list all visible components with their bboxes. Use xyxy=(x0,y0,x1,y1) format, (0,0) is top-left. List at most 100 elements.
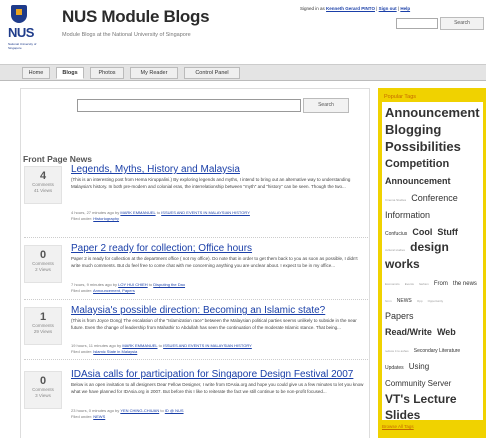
tag-cloud-item[interactable]: Slides xyxy=(385,408,420,420)
user-name-link[interactable]: Kenneth Gerard PINTO xyxy=(326,6,375,11)
logo-text: NUS xyxy=(8,25,34,40)
blog-link[interactable]: ISSUES AND EVENTS IN MALAYSIAN HISTORY xyxy=(161,210,250,215)
tag-cloud-item[interactable]: Read/Write xyxy=(385,327,432,337)
post-to: to xyxy=(160,408,164,413)
tag-cloud-item[interactable]: Competition xyxy=(385,158,449,171)
post-title-link[interactable]: Paper 2 ready for collection; Office hou… xyxy=(71,243,252,254)
tag-cloud-item[interactable]: Events xyxy=(405,282,414,286)
tag-cloud-item[interactable]: Announcement xyxy=(385,176,451,186)
author-link[interactable]: MARK EMMANUEL xyxy=(120,210,155,215)
tag-link[interactable]: Announcement, Papers xyxy=(93,288,135,293)
tab-blogs[interactable]: Blogs xyxy=(56,67,84,79)
blog-link[interactable]: ISSUES AND EVENTS IN MALAYSIAN HISTORY xyxy=(163,343,252,348)
tag-cloud-item[interactable]: From xyxy=(434,281,448,287)
tag-cloud-item[interactable]: NEWS xyxy=(397,298,412,304)
header-search-input[interactable] xyxy=(396,18,438,29)
filed-label: Filed under: xyxy=(71,349,93,354)
tag-cloud-item[interactable]: works xyxy=(385,257,420,271)
post-item: 1 Comments 29 Views Malaysia's possible … xyxy=(24,305,368,371)
tag-cloud-item[interactable]: cultural studies xyxy=(385,248,405,252)
tag-cloud-item[interactable]: Stuff xyxy=(437,227,458,237)
signed-in-label: Signed in as xyxy=(300,6,325,11)
post-filed: Filed under: Islamic State in Malaysia xyxy=(71,349,137,354)
filed-label: Filed under: xyxy=(71,414,93,419)
tag-cloud-item[interactable]: Economics xyxy=(385,282,400,286)
header-search-button[interactable]: Search xyxy=(440,17,484,30)
tag-link[interactable]: Islamic State in Malaysia xyxy=(93,349,137,354)
comment-count-box: 1 Comments 29 Views xyxy=(24,307,62,345)
views-count: 29 Views xyxy=(33,329,53,334)
post-excerpt: Paper 2 is ready for collection at the d… xyxy=(71,256,358,268)
post-filed: Filed under: NEWS xyxy=(71,414,105,419)
post-title-link[interactable]: Malaysia's possible direction: Becoming … xyxy=(71,305,325,316)
tag-cloud-item[interactable]: design xyxy=(410,240,449,254)
filed-label: Filed under: xyxy=(71,288,93,293)
site-subtitle: Module Blogs at the National University … xyxy=(62,32,191,38)
tag-cloud-item[interactable]: Blogging xyxy=(385,122,441,137)
blog-link[interactable]: Disputing the Dao xyxy=(153,282,185,287)
tag-cloud-item[interactable]: Using xyxy=(409,362,429,371)
logo-subtext: National University of Singapore xyxy=(8,42,37,50)
post-filed: Filed under: Historiography xyxy=(71,216,119,221)
views-count: 41 Views xyxy=(33,188,53,193)
author-link[interactable]: MARK EMMANUEL xyxy=(122,343,157,348)
user-bar: Signed in as Kenneth Gerard PINTO | Sign… xyxy=(300,6,411,11)
blog-search-button[interactable]: Search xyxy=(303,98,349,113)
post-item: 0 Comments 3 Views IDAsia calls for part… xyxy=(24,369,368,435)
comment-count: 0 xyxy=(39,375,47,387)
tag-link[interactable]: NEWS xyxy=(93,414,105,419)
main-content: Search Front Page News 4 Comments 41 Vie… xyxy=(20,88,370,438)
nus-logo[interactable]: NUS National University of Singapore xyxy=(8,5,38,55)
tag-cloud: Announcement Blogging Possibilities Competi… xyxy=(382,102,483,420)
tag-cloud-item[interactable]: reduce it to ashes xyxy=(385,349,409,353)
tag-cloud-item[interactable]: fashion xyxy=(419,282,429,286)
tag-cloud-item[interactable]: hmm xyxy=(385,299,392,303)
tag-cloud-item[interactable]: Conference xyxy=(411,193,458,203)
tab-my-reader[interactable]: My Reader xyxy=(130,67,178,79)
post-title-link[interactable]: Legends, Myths, History and Malaysia xyxy=(71,164,240,175)
post-byline: 7 hours, 9 minutes ago by LOY HUI CHIEH … xyxy=(71,282,185,287)
sign-out-link[interactable]: Sign out xyxy=(379,6,397,11)
blog-search-input[interactable] xyxy=(77,99,301,112)
comment-count: 4 xyxy=(39,170,47,182)
comment-count: 1 xyxy=(39,311,47,323)
tag-cloud-item[interactable]: Cinema Studies xyxy=(385,198,406,202)
tag-cloud-item[interactable]: Confucius xyxy=(385,231,407,237)
tab-home[interactable]: Home xyxy=(22,67,50,79)
post-filed: Filed under: Announcement, Papers xyxy=(71,288,135,293)
post-to: to xyxy=(158,343,162,348)
tab-control-panel[interactable]: Control Panel xyxy=(184,67,240,79)
post-item: 4 Comments 41 Views Legends, Myths, Hist… xyxy=(24,164,368,230)
tag-cloud-item[interactable]: Papers xyxy=(385,311,414,321)
comment-count-box: 0 Comments 2 Views xyxy=(24,245,62,283)
tab-photos[interactable]: Photos xyxy=(90,67,124,79)
browse-all-tags-link[interactable]: Browse All Tags xyxy=(382,424,414,429)
tag-cloud-item[interactable]: Community Server xyxy=(385,379,451,388)
tag-cloud-item[interactable]: Updates xyxy=(385,365,404,371)
site-title[interactable]: NUS Module Blogs xyxy=(62,7,210,27)
tag-cloud-item[interactable]: Opp xyxy=(417,299,423,303)
tag-cloud-item[interactable]: Information xyxy=(385,210,430,220)
filed-label: Filed under: xyxy=(71,216,93,221)
tag-cloud-item[interactable]: Announcement xyxy=(385,105,480,120)
comment-count: 0 xyxy=(39,249,47,261)
tag-link[interactable]: Historiography xyxy=(93,216,119,221)
post-excerpt: (This is from Joyce Dong) The escalation… xyxy=(71,318,357,330)
tag-cloud-item[interactable]: Opportunity xyxy=(428,299,444,303)
tag-cloud-item[interactable]: Web xyxy=(437,327,456,337)
tag-cloud-item[interactable]: the news xyxy=(453,281,477,287)
post-time: 19 hours, 11 minutes ago by xyxy=(71,343,122,348)
tag-cloud-item[interactable]: Possibilities xyxy=(385,139,461,154)
tag-cloud-item[interactable]: Cool xyxy=(412,227,432,237)
author-link[interactable]: LOY HUI CHIEH xyxy=(118,282,148,287)
post-separator xyxy=(24,299,368,300)
post-title-link[interactable]: IDAsia calls for participation for Singa… xyxy=(71,369,353,380)
tag-cloud-item[interactable]: VT's Lecture xyxy=(385,392,457,406)
tag-cloud-item[interactable]: Secondary Literature xyxy=(414,348,460,354)
blog-link[interactable]: ID @ NUS xyxy=(165,408,184,413)
main-nav: Home Blogs Photos My Reader Control Pane… xyxy=(0,64,486,81)
post-to: to xyxy=(156,210,161,215)
help-link[interactable]: Help xyxy=(400,6,410,11)
author-link[interactable]: YEN CHING-CHIUAN xyxy=(120,408,159,413)
comment-count-box: 0 Comments 3 Views xyxy=(24,371,62,409)
